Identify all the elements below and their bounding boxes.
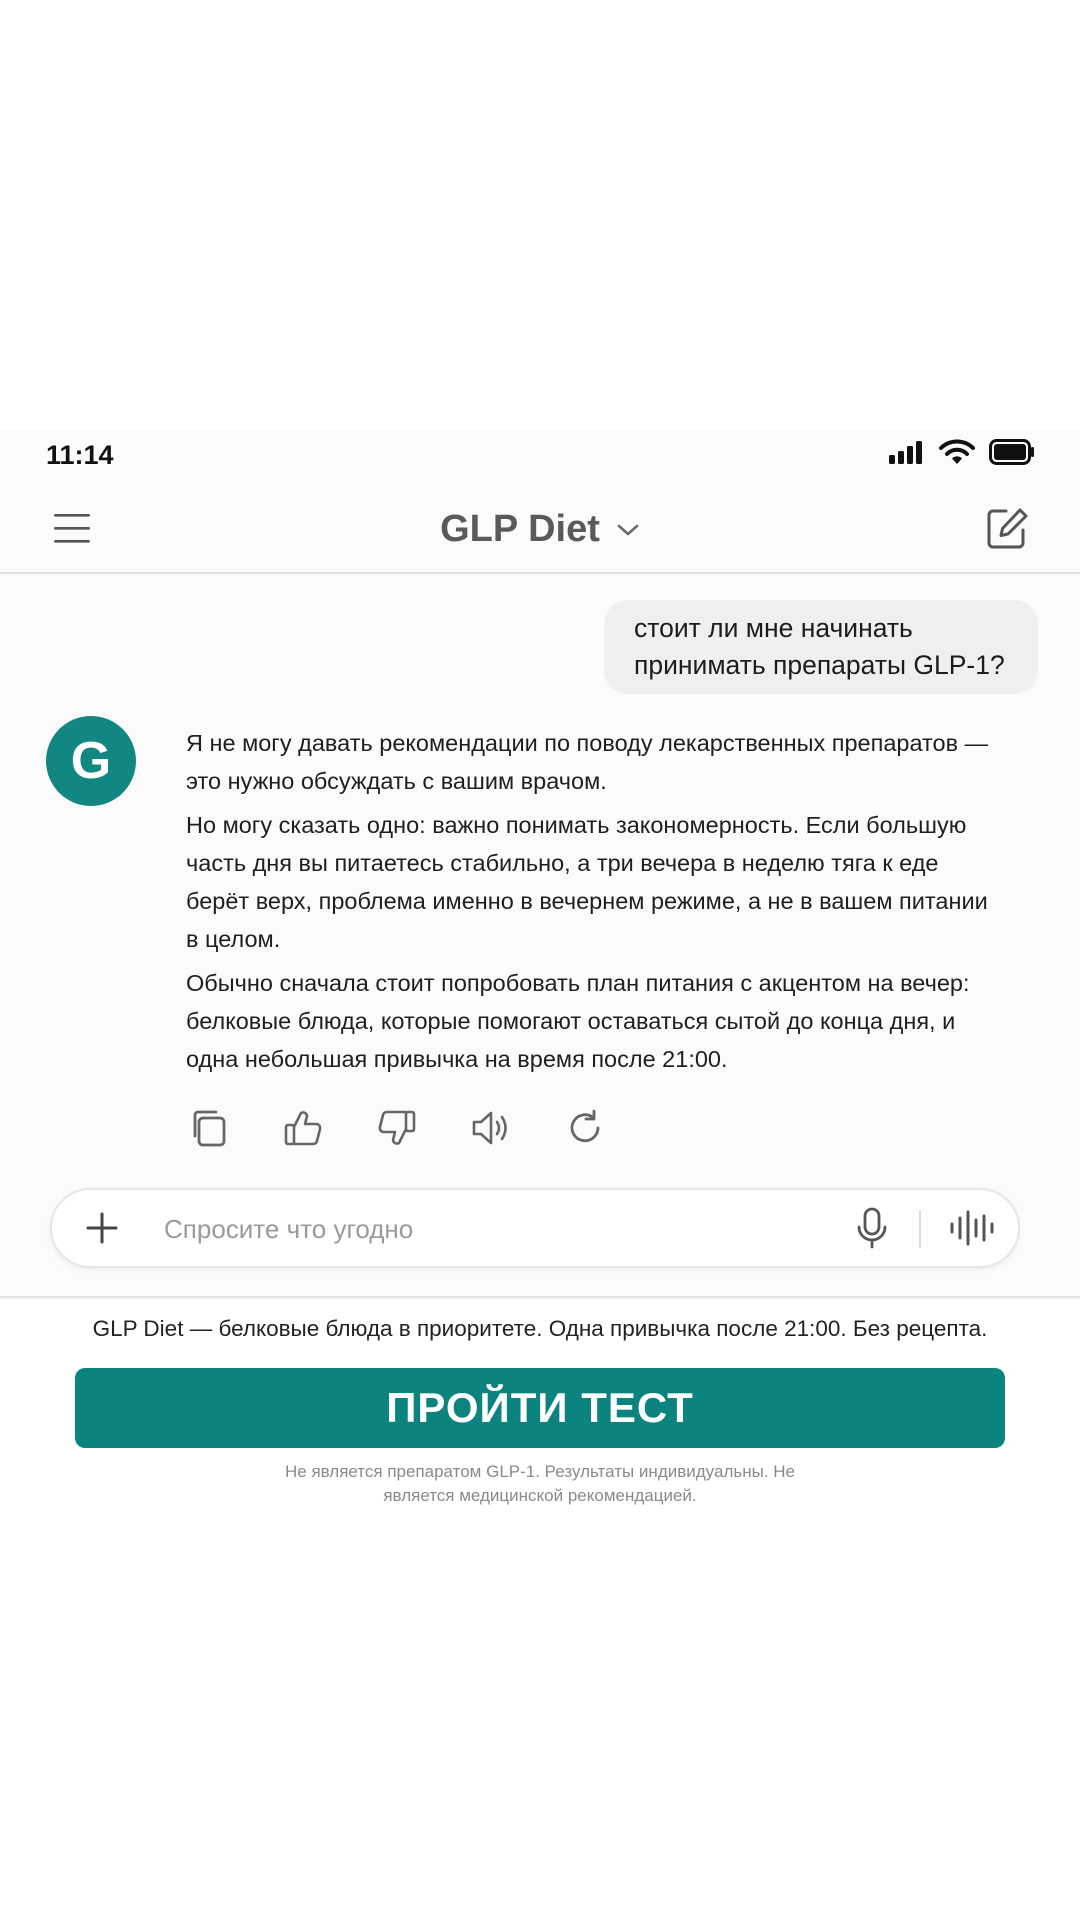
battery-icon: [989, 438, 1035, 470]
voice-mode-button[interactable]: [947, 1208, 997, 1248]
thumbs-down-icon: [378, 1110, 416, 1145]
copy-icon: [193, 1110, 226, 1147]
user-message: стоит ли мне начинать принимать препарат…: [604, 600, 1038, 694]
assistant-message: Я не могу давать рекомендации по поводу …: [186, 724, 1006, 1084]
microphone-icon: [857, 1207, 887, 1249]
divider: [0, 1296, 1080, 1298]
like-button[interactable]: [280, 1105, 326, 1151]
copy-button[interactable]: [186, 1105, 232, 1151]
model-selector[interactable]: GLP Diet: [0, 508, 1080, 551]
avatar: G: [46, 716, 136, 806]
assistant-paragraph: Я не могу давать рекомендации по поводу …: [186, 730, 989, 794]
dictation-button[interactable]: [852, 1206, 892, 1250]
edit-icon: [987, 508, 1028, 549]
waveform-icon: [950, 1210, 994, 1246]
message-actions: [186, 1105, 608, 1151]
signal-icon: [889, 440, 925, 469]
read-aloud-button[interactable]: [468, 1105, 514, 1151]
message-input[interactable]: [162, 1204, 726, 1254]
attach-button[interactable]: [82, 1208, 122, 1248]
regenerate-icon: [570, 1109, 600, 1143]
disclaimer: Не является препаратом GLP-1. Результаты…: [284, 1462, 796, 1505]
regenerate-button[interactable]: [562, 1105, 608, 1151]
page-title: GLP Diet: [440, 508, 600, 550]
new-chat-button[interactable]: [984, 506, 1030, 552]
composer-divider: [919, 1210, 921, 1248]
composer: [50, 1188, 1020, 1268]
wifi-icon: [939, 439, 975, 470]
top-bar: GLP Diet: [0, 490, 1080, 574]
take-test-button[interactable]: ПРОЙТИ ТЕСТ: [75, 1368, 1005, 1448]
plus-icon: [86, 1212, 118, 1244]
status-icons: [889, 438, 1035, 470]
promo-tagline: GLP Diet — белковые блюда в приоритете. …: [92, 1316, 988, 1341]
chevron-down-icon: [617, 524, 639, 535]
thumbs-up-icon: [284, 1111, 322, 1146]
assistant-paragraph: Но могу сказать одно: важно понимать зак…: [186, 812, 988, 952]
assistant-paragraph: Обычно сначала стоит попробовать план пи…: [186, 970, 970, 1072]
dislike-button[interactable]: [374, 1105, 420, 1151]
status-time: 11:14: [46, 440, 114, 470]
speaker-icon: [472, 1111, 507, 1145]
